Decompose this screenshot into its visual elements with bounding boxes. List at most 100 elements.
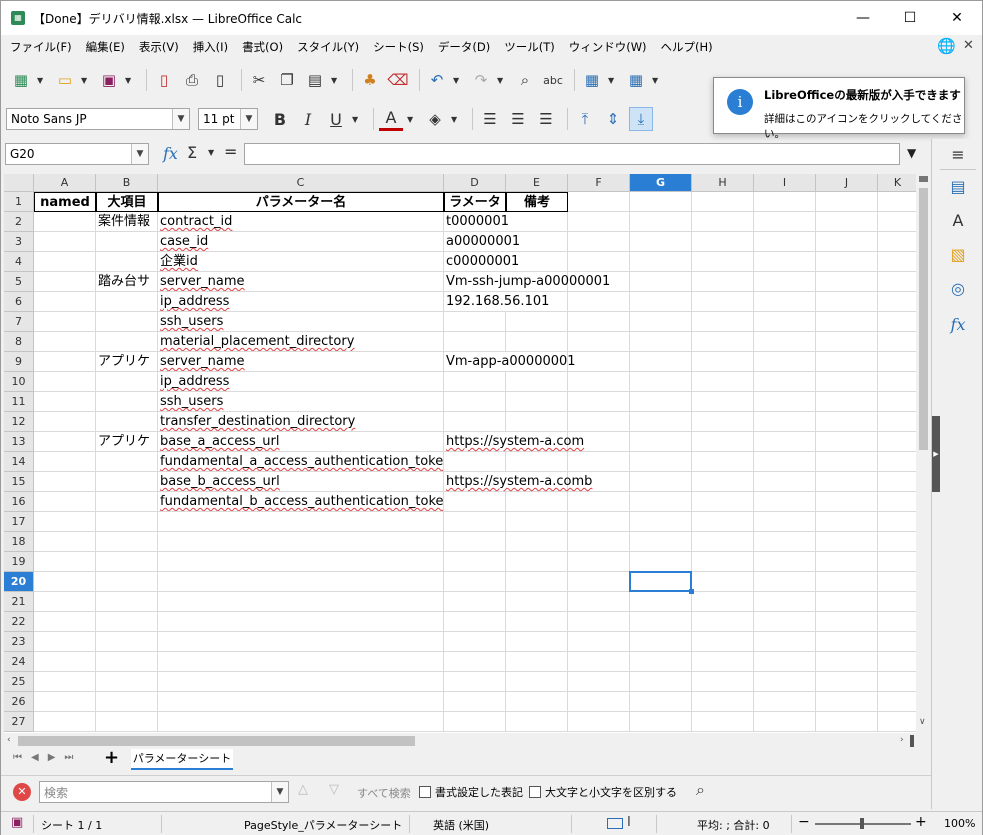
- row-header[interactable]: 11: [4, 392, 34, 412]
- cell-b3[interactable]: [96, 232, 158, 252]
- cell-g5[interactable]: [630, 272, 692, 292]
- row-header[interactable]: 4: [4, 252, 34, 272]
- cell-a24[interactable]: [34, 652, 96, 672]
- cell-e8[interactable]: [506, 332, 568, 352]
- cell-j26[interactable]: [816, 692, 878, 712]
- cell-i15[interactable]: [754, 472, 816, 492]
- find-next-icon[interactable]: ▽: [329, 782, 339, 797]
- row-header[interactable]: 9: [4, 352, 34, 372]
- column-header-d[interactable]: D: [444, 174, 506, 192]
- cell-a17[interactable]: [34, 512, 96, 532]
- cell-a15[interactable]: [34, 472, 96, 492]
- cell-h16[interactable]: [692, 492, 754, 512]
- scroll-right-icon[interactable]: ›: [900, 735, 904, 745]
- row-header[interactable]: 18: [4, 532, 34, 552]
- cell-k11[interactable]: [878, 392, 916, 412]
- cell-a26[interactable]: [34, 692, 96, 712]
- cell-i9[interactable]: [754, 352, 816, 372]
- cell-e17[interactable]: [506, 512, 568, 532]
- cell-b18[interactable]: [96, 532, 158, 552]
- row-icon[interactable]: ▦: [580, 68, 604, 92]
- clear-formatting-icon[interactable]: ⌫: [386, 68, 410, 92]
- center-vertically-icon[interactable]: ⇕: [601, 107, 625, 131]
- cell-a6[interactable]: [34, 292, 96, 312]
- cell-i24[interactable]: [754, 652, 816, 672]
- gallery-icon[interactable]: ▧: [947, 243, 969, 265]
- row-header[interactable]: 17: [4, 512, 34, 532]
- cell-k5[interactable]: [878, 272, 916, 292]
- paste-dropdown-icon[interactable]: ▼: [331, 76, 341, 85]
- cell-j3[interactable]: [816, 232, 878, 252]
- cell-a18[interactable]: [34, 532, 96, 552]
- cell-i17[interactable]: [754, 512, 816, 532]
- copy-icon[interactable]: ❐: [275, 68, 299, 92]
- match-case-checkbox[interactable]: [529, 786, 541, 798]
- cell-a2[interactable]: [34, 212, 96, 232]
- scroll-down-icon[interactable]: ∨: [919, 717, 926, 727]
- column-dropdown-icon[interactable]: ▼: [652, 76, 662, 85]
- cell-j17[interactable]: [816, 512, 878, 532]
- match-case-option[interactable]: 大文字と小文字を区別する: [529, 784, 677, 800]
- cell-b7[interactable]: [96, 312, 158, 332]
- row-header[interactable]: 6: [4, 292, 34, 312]
- cell-j5[interactable]: [816, 272, 878, 292]
- cell-c19[interactable]: [158, 552, 444, 572]
- save-dropdown-icon[interactable]: ▼: [125, 76, 135, 85]
- cell-e10[interactable]: [506, 372, 568, 392]
- document-modified-icon[interactable]: ▣: [11, 815, 23, 830]
- row-header[interactable]: 5: [4, 272, 34, 292]
- menu-item[interactable]: ウィンドウ(W): [562, 35, 654, 59]
- cell-k21[interactable]: [878, 592, 916, 612]
- cell-k13[interactable]: [878, 432, 916, 452]
- zoom-in-icon[interactable]: +: [915, 814, 927, 830]
- cell-d15[interactable]: https://system-a.comb: [444, 472, 592, 492]
- horizontal-scroll-thumb[interactable]: [18, 736, 415, 746]
- cell-b27[interactable]: [96, 712, 158, 732]
- cell-i11[interactable]: [754, 392, 816, 412]
- split-handle[interactable]: [910, 735, 914, 747]
- find-replace-icon[interactable]: ⌕: [696, 780, 705, 800]
- row-header[interactable]: 23: [4, 632, 34, 652]
- cell-k27[interactable]: [878, 712, 916, 732]
- cell-a1[interactable]: named: [34, 192, 96, 212]
- cell-a21[interactable]: [34, 592, 96, 612]
- cell-d13[interactable]: https://system-a.com: [444, 432, 584, 452]
- cell-c2[interactable]: contract_id: [158, 212, 444, 232]
- cell-f14[interactable]: [568, 452, 630, 472]
- menu-item[interactable]: ツール(T): [497, 35, 562, 59]
- row-header[interactable]: 26: [4, 692, 34, 712]
- cell-e27[interactable]: [506, 712, 568, 732]
- cell-i8[interactable]: [754, 332, 816, 352]
- cell-a4[interactable]: [34, 252, 96, 272]
- cell-d22[interactable]: [444, 612, 506, 632]
- find-input[interactable]: 検索 ▼: [39, 781, 289, 803]
- new-dropdown-icon[interactable]: ▼: [37, 76, 47, 85]
- cell-j22[interactable]: [816, 612, 878, 632]
- language[interactable]: 英語 (米国): [433, 817, 489, 833]
- cell-b13[interactable]: アプリケ: [96, 432, 158, 452]
- bold-icon[interactable]: B: [268, 107, 292, 131]
- cell-e25[interactable]: [506, 672, 568, 692]
- cell-i5[interactable]: [754, 272, 816, 292]
- new-spreadsheet-icon[interactable]: ▦: [9, 68, 33, 92]
- cell-i23[interactable]: [754, 632, 816, 652]
- cell-b26[interactable]: [96, 692, 158, 712]
- find-previous-icon[interactable]: △: [298, 782, 308, 797]
- align-top-icon[interactable]: ⤒: [573, 107, 597, 131]
- cell-f10[interactable]: [568, 372, 630, 392]
- cell-d8[interactable]: [444, 332, 506, 352]
- cell-b19[interactable]: [96, 552, 158, 572]
- clone-formatting-icon[interactable]: ♣: [358, 68, 382, 92]
- cell-h8[interactable]: [692, 332, 754, 352]
- cell-h10[interactable]: [692, 372, 754, 392]
- cell-g8[interactable]: [630, 332, 692, 352]
- update-notification[interactable]: i LibreOfficeの最新版が入手できます 詳細はこのアイコンをクリックし…: [713, 77, 965, 140]
- cell-i2[interactable]: [754, 212, 816, 232]
- cell-a20[interactable]: [34, 572, 96, 592]
- row-header[interactable]: 1: [4, 192, 34, 212]
- menu-item[interactable]: ファイル(F): [3, 35, 79, 59]
- font-color-dropdown-icon[interactable]: ▼: [407, 115, 417, 124]
- cell-j21[interactable]: [816, 592, 878, 612]
- column-header-c[interactable]: C: [158, 174, 444, 192]
- cell-j13[interactable]: [816, 432, 878, 452]
